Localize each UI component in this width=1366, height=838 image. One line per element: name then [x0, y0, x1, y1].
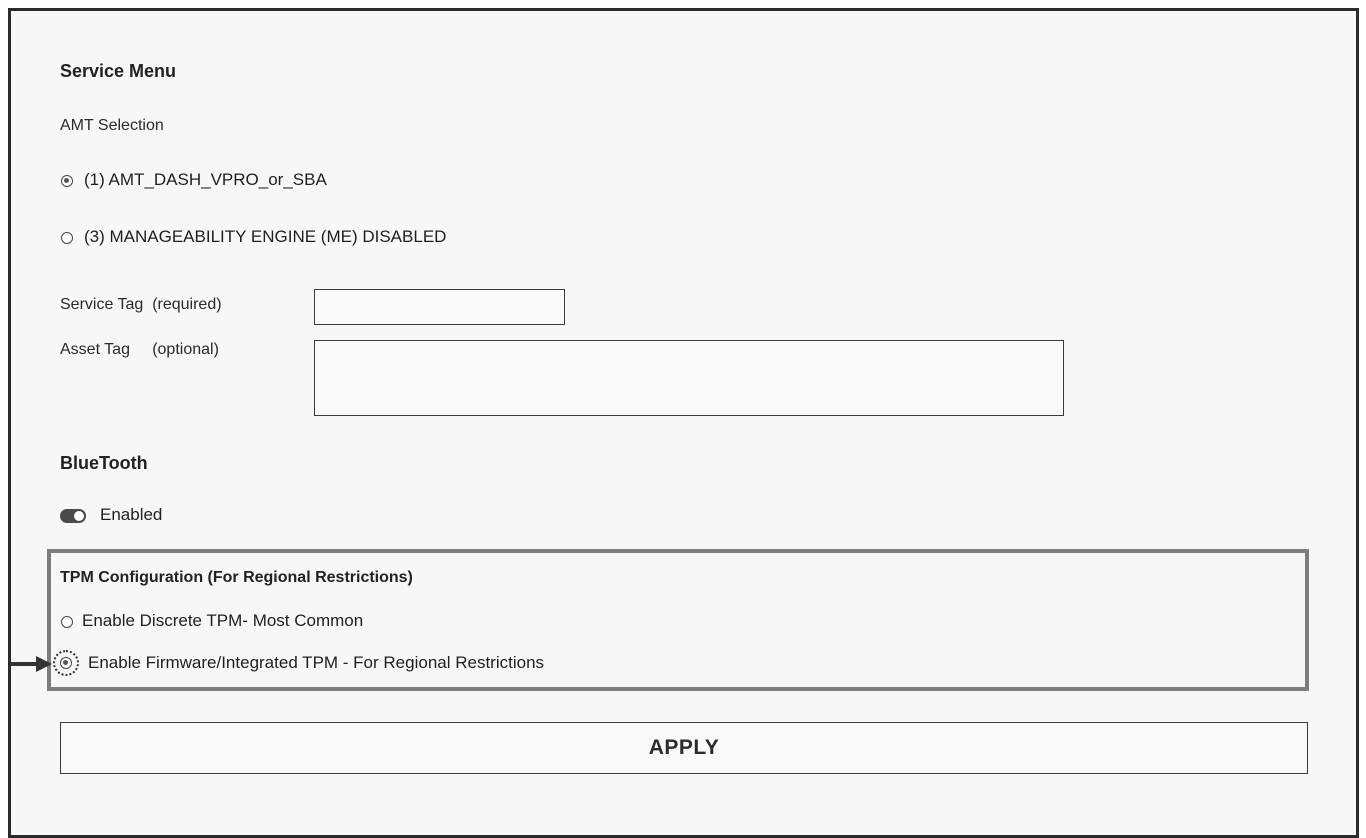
bluetooth-title: BlueTooth — [60, 453, 148, 473]
service-tag-input[interactable] — [314, 289, 565, 325]
apply-button[interactable]: APPLY — [60, 722, 1308, 774]
tpm-option-discrete[interactable]: Enable Discrete TPM- Most Common — [60, 611, 560, 633]
asset-tag-input[interactable] — [314, 340, 1064, 416]
tpm-configuration-title: TPM Configuration (For Regional Restrict… — [60, 569, 413, 586]
amt-option-me-disabled-radio[interactable] — [61, 232, 73, 244]
arrow-pointer-icon — [10, 656, 52, 672]
asset-tag-label: Asset Tag (optional) — [60, 341, 219, 358]
service-menu-panel — [8, 8, 1359, 838]
service-menu-title: Service Menu — [60, 61, 177, 81]
amt-option-dash-vpro[interactable]: (1) AMT_DASH_VPRO_or_SBA — [60, 170, 560, 192]
amt-option-me-disabled[interactable]: (3) MANAGEABILITY ENGINE (ME) DISABLED — [60, 227, 660, 249]
amt-option-dash-vpro-label: (1) AMT_DASH_VPRO_or_SBA — [84, 170, 327, 189]
tpm-option-firmware-radio[interactable] — [60, 657, 72, 669]
bluetooth-toggle-label: Enabled — [100, 505, 163, 524]
tpm-option-discrete-label: Enable Discrete TPM- Most Common — [82, 611, 364, 630]
toggle-knob — [73, 510, 85, 522]
tpm-option-firmware-label: Enable Firmware/Integrated TPM - For Reg… — [88, 653, 545, 672]
amt-option-dash-vpro-radio[interactable] — [61, 175, 73, 187]
amt-selection-label: AMT Selection — [60, 117, 164, 134]
bluetooth-toggle-row[interactable]: Enabled — [60, 505, 260, 527]
tpm-option-discrete-radio[interactable] — [61, 616, 73, 628]
service-tag-label: Service Tag (required) — [60, 296, 222, 313]
tpm-option-firmware[interactable]: Enable Firmware/Integrated TPM - For Reg… — [53, 650, 733, 678]
bluetooth-toggle[interactable] — [60, 509, 86, 523]
amt-option-me-disabled-label: (3) MANAGEABILITY ENGINE (ME) DISABLED — [84, 227, 447, 246]
